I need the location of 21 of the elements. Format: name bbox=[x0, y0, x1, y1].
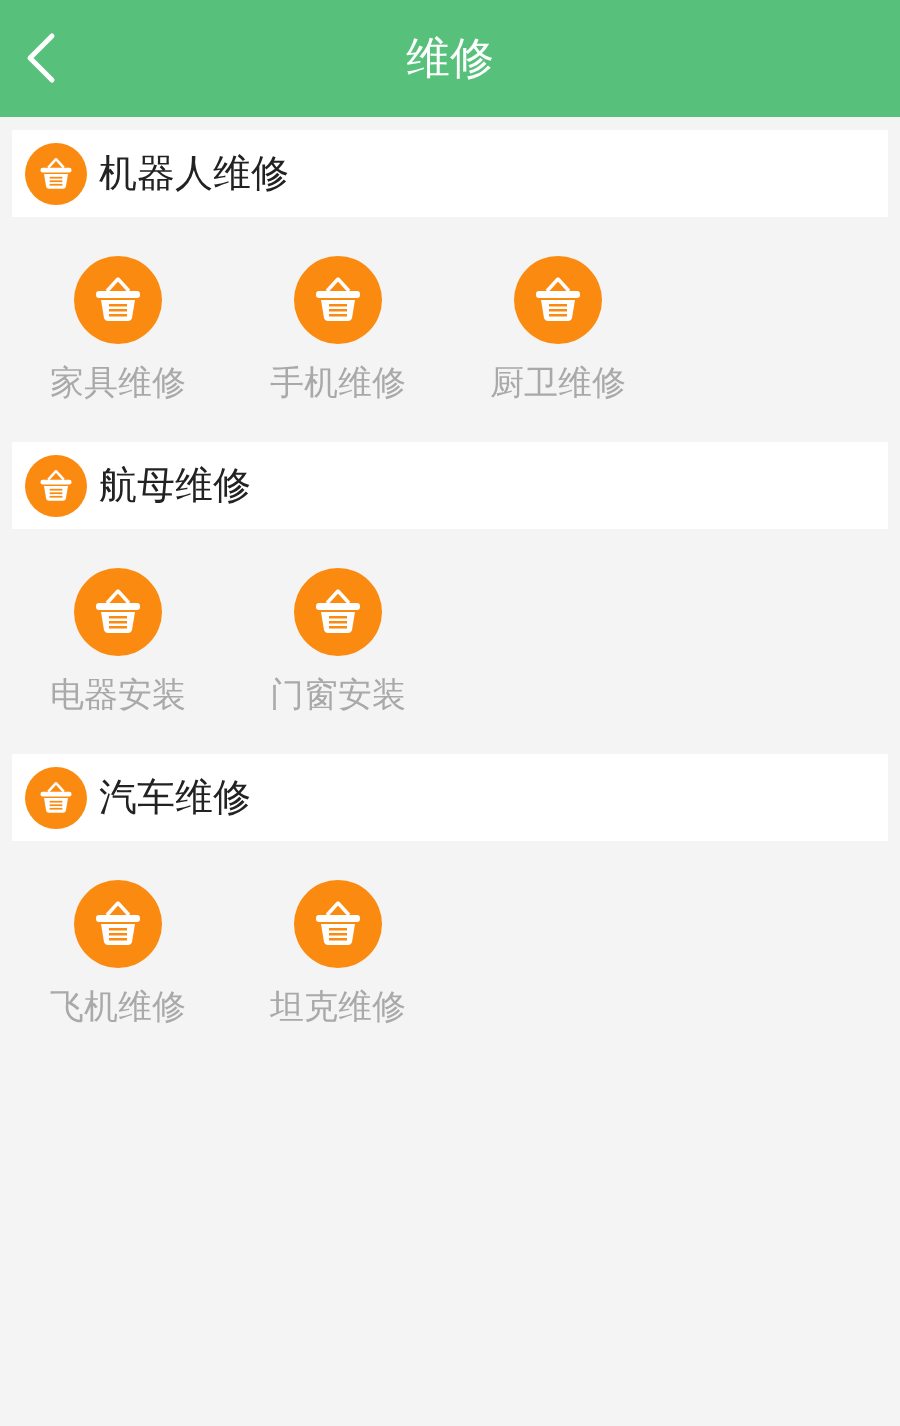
service-item[interactable]: 门窗安装 bbox=[228, 568, 448, 718]
service-item[interactable]: 坦克维修 bbox=[228, 880, 448, 1030]
basket-icon bbox=[25, 454, 87, 517]
basket-icon bbox=[25, 142, 87, 205]
basket-icon bbox=[74, 256, 162, 344]
page-title: 维修 bbox=[406, 31, 494, 85]
basket-icon bbox=[294, 880, 382, 968]
service-item[interactable]: 手机维修 bbox=[228, 256, 448, 406]
section-title: 机器人维修 bbox=[99, 150, 289, 197]
section-title: 汽车维修 bbox=[99, 774, 251, 821]
basket-icon bbox=[25, 766, 87, 829]
section-title: 航母维修 bbox=[99, 462, 251, 509]
basket-icon bbox=[294, 568, 382, 656]
basket-icon bbox=[294, 256, 382, 344]
service-item[interactable]: 家具维修 bbox=[8, 256, 228, 406]
service-item[interactable]: 电器安装 bbox=[8, 568, 228, 718]
basket-icon bbox=[74, 568, 162, 656]
service-item[interactable]: 飞机维修 bbox=[8, 880, 228, 1030]
service-item[interactable]: 厨卫维修 bbox=[448, 256, 668, 406]
basket-icon bbox=[514, 256, 602, 344]
basket-icon bbox=[74, 880, 162, 968]
